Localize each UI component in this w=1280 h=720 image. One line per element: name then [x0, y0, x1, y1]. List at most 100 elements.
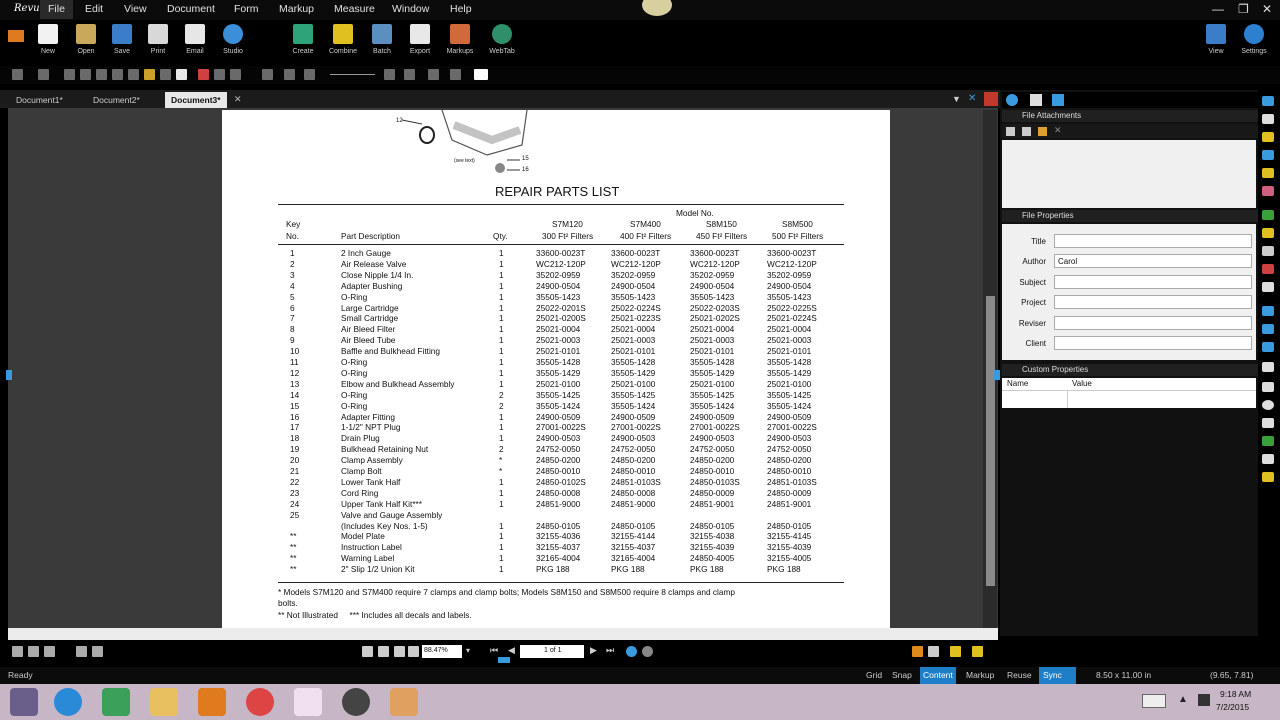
measure-icon[interactable] — [428, 69, 439, 80]
dimension-tool-icon[interactable] — [1262, 246, 1274, 256]
save-button[interactable]: Save — [102, 24, 142, 55]
studio-button[interactable]: Studio — [213, 24, 253, 55]
line-tool-icon[interactable] — [1262, 210, 1274, 220]
rectangle-tool-icon[interactable] — [1262, 362, 1274, 372]
select-text-icon[interactable] — [378, 646, 389, 657]
chrome-icon[interactable] — [246, 688, 274, 716]
snapshot-icon[interactable] — [474, 69, 488, 80]
custom-properties-header[interactable]: Custom Properties — [1002, 364, 1258, 376]
shape-icon[interactable] — [262, 69, 273, 80]
cut-icon[interactable] — [64, 69, 75, 80]
markup-toggle[interactable]: Markup — [966, 670, 994, 680]
first-page-icon[interactable]: ⏮ — [490, 645, 498, 656]
open-button[interactable]: Open — [66, 24, 106, 55]
properties-tab-icon[interactable] — [1006, 94, 1018, 106]
paste-icon[interactable] — [96, 69, 107, 80]
delete-icon[interactable] — [128, 69, 139, 80]
file-explorer-icon[interactable] — [150, 688, 178, 716]
zoom-level-field[interactable]: 88.47% — [422, 645, 462, 658]
pan-hand-icon[interactable] — [362, 646, 373, 657]
snap-toggle[interactable]: Snap — [892, 670, 912, 680]
link-tool-icon[interactable] — [1262, 454, 1274, 464]
close-doc-icon[interactable]: ✕ — [968, 93, 976, 104]
prev-page-icon[interactable]: ◀ — [508, 645, 515, 656]
menu-form[interactable]: Form — [234, 3, 259, 15]
ellipse-tool-icon[interactable] — [1262, 382, 1274, 392]
line-icon[interactable] — [284, 69, 295, 80]
dimension-icon[interactable] — [404, 69, 415, 80]
arrow-tool-strip-icon[interactable] — [1262, 228, 1274, 238]
content-toggle[interactable]: Content — [920, 667, 956, 684]
highlight-icon[interactable] — [214, 69, 225, 80]
lightbulb-icon[interactable] — [950, 646, 961, 657]
redo-icon[interactable] — [38, 69, 49, 80]
combine-button[interactable]: Combine — [323, 24, 363, 55]
hexagon-tool-icon[interactable] — [1262, 418, 1274, 428]
view-button[interactable]: View — [1196, 24, 1236, 55]
menu-document[interactable]: Document — [167, 3, 215, 15]
sync-icon[interactable] — [912, 646, 923, 657]
back-view-icon[interactable] — [626, 646, 637, 657]
sync-toggle[interactable]: Sync — [1039, 667, 1076, 684]
create-button[interactable]: Create — [283, 24, 323, 55]
attachments-list[interactable] — [1002, 140, 1256, 208]
pen-tool-icon[interactable] — [1262, 150, 1274, 160]
bookmarks-icon[interactable] — [28, 646, 39, 657]
tool-icon[interactable] — [144, 69, 155, 80]
arrow-tool-icon[interactable] — [330, 74, 375, 75]
forward-view-icon[interactable] — [642, 646, 653, 657]
tab-document3[interactable]: Document3* — [165, 92, 227, 108]
callout-icon[interactable] — [384, 69, 395, 80]
zoom-options-icon[interactable] — [408, 646, 419, 657]
minimize-button[interactable]: — — [1212, 2, 1224, 16]
edit-attachment-icon[interactable] — [1038, 127, 1047, 136]
thumbnails-icon[interactable] — [12, 646, 23, 657]
clock-date[interactable]: 7/2/2015 — [1216, 702, 1249, 712]
network-icon[interactable] — [1198, 694, 1210, 706]
menu-measure[interactable]: Measure — [334, 3, 375, 15]
tab-document1[interactable]: Document1* — [10, 92, 69, 108]
page-icon[interactable] — [176, 69, 187, 80]
arc-tool-icon[interactable] — [1262, 342, 1274, 352]
highlighter-tool-icon[interactable] — [1262, 168, 1274, 178]
clock-time[interactable]: 9:18 AM — [1220, 689, 1251, 699]
copy-icon[interactable] — [80, 69, 91, 80]
revu-menu-icon[interactable] — [8, 30, 24, 42]
grid-toggle[interactable]: Grid — [866, 670, 882, 680]
custom-properties-table[interactable]: Name Value — [1002, 378, 1256, 408]
start-icon[interactable] — [10, 688, 38, 716]
keyboard-icon[interactable] — [1142, 694, 1166, 708]
lock-icon[interactable] — [972, 646, 983, 657]
new-button[interactable]: New — [28, 24, 68, 55]
layers-icon[interactable] — [44, 646, 55, 657]
callout-tool-icon[interactable] — [1262, 282, 1274, 292]
stamp-icon[interactable] — [230, 69, 241, 80]
pinned-app-icon[interactable] — [390, 688, 418, 716]
maximize-button[interactable]: ❐ — [1238, 2, 1249, 16]
next-page-icon[interactable]: ▶ — [590, 645, 597, 656]
internet-explorer-icon[interactable] — [54, 688, 82, 716]
split-icon[interactable] — [928, 646, 939, 657]
markups-button[interactable]: Markups — [440, 24, 480, 55]
single-page-icon[interactable] — [76, 646, 87, 657]
clipboard-icon[interactable] — [112, 69, 123, 80]
polyline-tool-icon[interactable] — [1262, 306, 1274, 316]
outlook-icon[interactable] — [198, 688, 226, 716]
left-panel-toggle-icon[interactable] — [6, 370, 12, 380]
pen-tab-icon[interactable] — [1030, 94, 1042, 106]
menu-help[interactable]: Help — [450, 3, 472, 15]
reviser-field[interactable] — [1054, 316, 1252, 330]
zoom-dropdown-icon[interactable]: ▾ — [466, 646, 470, 655]
menu-markup[interactable]: Markup — [279, 3, 314, 15]
vertical-scroll-thumb[interactable] — [986, 296, 995, 586]
measure-tool-icon[interactable] — [1262, 436, 1274, 446]
tab-list-icon[interactable]: ▼ — [952, 94, 961, 104]
google-drive-icon[interactable] — [102, 688, 130, 716]
circle-tool-icon[interactable] — [1262, 400, 1274, 410]
value-column-header[interactable]: Value — [1072, 379, 1092, 388]
file-properties-header[interactable]: File Properties — [1002, 210, 1258, 222]
note-tool-icon[interactable] — [1262, 132, 1274, 142]
webtab-button[interactable]: WebTab — [482, 24, 522, 55]
tray-arrow-icon[interactable]: ▲ — [1178, 694, 1188, 705]
attachment-options-icon[interactable] — [1022, 127, 1031, 136]
